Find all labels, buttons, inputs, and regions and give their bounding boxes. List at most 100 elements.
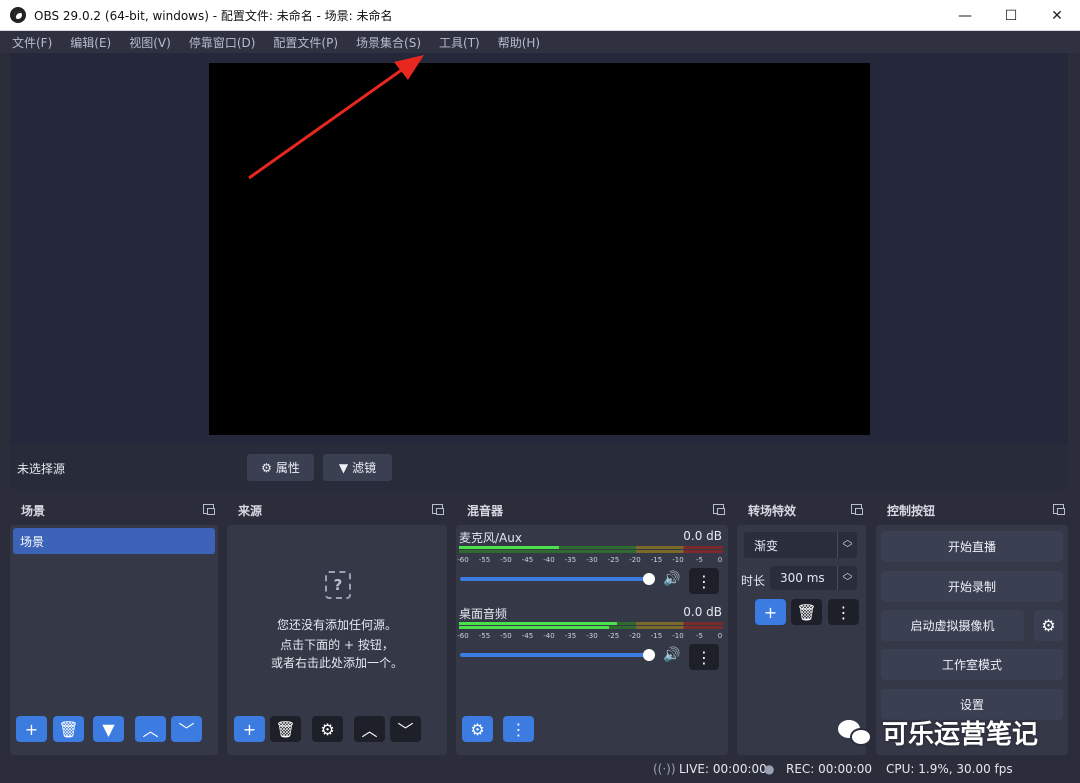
menu-edit[interactable]: 编辑(E) [68, 34, 113, 51]
undock-icon[interactable] [851, 504, 863, 515]
updown-arrows-icon: ︿ ﹀ [837, 566, 857, 590]
remove-source-button[interactable]: 🗑 [270, 716, 301, 742]
status-bar: ((·)) LIVE: 00:00:00 ● REC: 00:00:00 CPU… [0, 755, 1080, 783]
move-source-up-button[interactable]: ︿ [354, 716, 385, 742]
properties-button[interactable]: ⚙ 属性 [247, 454, 314, 481]
scale-tick: -30 [586, 632, 598, 640]
duration-spinbox[interactable]: 300 ms ︿ ﹀ [770, 566, 857, 590]
scale-tick: -45 [521, 556, 534, 564]
mic-volume-slider[interactable] [460, 577, 650, 581]
scenes-dock: 场景 场景 + 🗑 ▼ ︿ ﹀ [10, 497, 218, 755]
kebab-menu-icon: ⋮ [696, 571, 712, 591]
source-toolbar: 未选择源 ⚙ 属性 ▼ 滤镜 [10, 445, 1068, 490]
properties-label: 属性 [275, 461, 300, 475]
scale-tick: 0 [717, 632, 723, 640]
mixer-menu-button[interactable]: ⋮ [503, 716, 534, 742]
studio-mode-button[interactable]: 工作室模式 [881, 649, 1063, 680]
gear-icon: ⚙ [261, 460, 272, 475]
plus-icon: + [763, 602, 778, 622]
mixer-panel: 麦克风/Aux 0.0 dB -60 -55 -50 -45 -40 -35 -… [456, 525, 728, 755]
scale-tick: -55 [478, 632, 491, 640]
add-transition-button[interactable]: + [755, 599, 786, 625]
scale-tick: -10 [672, 632, 684, 640]
scale-tick: -25 [607, 632, 620, 640]
obs-logo-icon [10, 7, 26, 23]
empty-sources-line2: 点击下面的 + 按钮， [280, 638, 394, 652]
menu-file[interactable]: 文件(F) [10, 34, 54, 51]
menu-scene-collection[interactable]: 场景集合(S) [354, 34, 423, 51]
scenes-list: 场景 + 🗑 ▼ ︿ ﹀ [10, 525, 218, 755]
undock-icon[interactable] [1053, 504, 1065, 515]
scale-tick: -40 [543, 556, 555, 564]
wechat-icon [836, 716, 874, 748]
menu-help[interactable]: 帮助(H) [496, 34, 542, 51]
preview-canvas[interactable] [209, 63, 870, 435]
desktop-meter-scale: -60 -55 -50 -45 -40 -35 -30 -25 -20 -15 … [457, 632, 723, 642]
desktop-volume-knob[interactable] [643, 649, 655, 661]
sources-list[interactable]: ? 您还没有添加任何源。 点击下面的 + 按钮， 或者右击此处添加一个。 + 🗑… [227, 525, 447, 755]
empty-sources-line1: 您还没有添加任何源。 [276, 618, 397, 632]
move-source-down-button[interactable]: ﹀ [390, 716, 421, 742]
mixer-advanced-button[interactable]: ⚙ [462, 716, 493, 742]
trash-icon: 🗑 [275, 719, 296, 739]
speaker-icon[interactable]: 🔊 [663, 571, 681, 587]
menu-tools[interactable]: 工具(T) [437, 34, 482, 51]
scale-tick: -5 [696, 556, 703, 564]
kebab-menu-icon: ⋮ [835, 602, 852, 622]
maximize-button[interactable]: ☐ [988, 0, 1034, 31]
move-scene-down-button[interactable]: ﹀ [171, 716, 202, 742]
scene-item[interactable]: 场景 [13, 528, 215, 554]
undock-icon[interactable] [203, 504, 215, 515]
virtual-cam-settings-button[interactable]: ⚙ [1034, 610, 1063, 641]
chevron-down-icon: ﹀ [178, 721, 195, 740]
scale-tick: -45 [521, 632, 534, 640]
mic-menu-button[interactable]: ⋮ [689, 568, 719, 594]
transition-menu-button[interactable]: ⋮ [828, 599, 859, 625]
plus-icon: + [24, 719, 39, 739]
start-streaming-button[interactable]: 开始直播 [881, 531, 1063, 562]
chevron-down-icon: ﹀ [397, 721, 414, 740]
minimize-button[interactable]: — [942, 0, 988, 31]
add-source-button[interactable]: + [234, 716, 265, 742]
speaker-icon[interactable]: 🔊 [663, 647, 681, 663]
start-recording-button[interactable]: 开始录制 [881, 571, 1063, 602]
scale-tick: -35 [564, 556, 577, 564]
undock-icon[interactable] [713, 504, 725, 515]
scale-tick: -35 [564, 632, 577, 640]
source-properties-button[interactable]: ⚙ [312, 716, 343, 742]
transitions-title: 转场特效 [748, 503, 797, 518]
trash-icon: 🗑 [796, 602, 817, 622]
menu-docks[interactable]: 停靠窗口(D) [187, 34, 258, 51]
sources-dock: 来源 ? 您还没有添加任何源。 点击下面的 + 按钮， 或者右击此处添加一个。 … [227, 497, 447, 755]
remove-transition-button[interactable]: 🗑 [791, 599, 822, 625]
remove-scene-button[interactable]: 🗑 [53, 716, 84, 742]
start-virtual-cam-button[interactable]: 启动虚拟摄像机 [881, 610, 1024, 641]
cpu-fps: CPU: 1.9%, 30.00 fps [886, 762, 1013, 776]
kebab-menu-icon: ⋮ [510, 719, 527, 739]
desktop-menu-button[interactable]: ⋮ [689, 644, 719, 670]
undock-icon[interactable] [432, 504, 444, 515]
desktop-volume-slider[interactable] [460, 653, 650, 657]
gear-icon: ⚙ [1041, 616, 1056, 635]
mic-volume-knob[interactable] [643, 573, 655, 585]
chevron-up-icon: ︿ [361, 721, 378, 740]
plus-icon: + [242, 719, 257, 739]
scene-filter-button[interactable]: ▼ [93, 716, 124, 742]
transition-type-select[interactable]: 渐变 ︿ ﹀ [744, 532, 857, 558]
updown-arrows-icon: ︿ ﹀ [837, 532, 857, 558]
add-scene-button[interactable]: + [16, 716, 47, 742]
scale-tick: -50 [500, 632, 512, 640]
controls-title: 控制按钮 [887, 503, 936, 518]
menu-profile[interactable]: 配置文件(P) [271, 34, 340, 51]
preview-area [10, 53, 1068, 445]
menu-view[interactable]: 视图(V) [127, 34, 173, 51]
close-button[interactable]: ✕ [1034, 0, 1080, 31]
mic-meter-scale: -60 -55 -50 -45 -40 -35 -30 -25 -20 -15 … [457, 556, 723, 566]
filters-button[interactable]: ▼ 滤镜 [323, 454, 392, 481]
filter-icon: ▼ [338, 460, 349, 475]
move-scene-up-button[interactable]: ︿ [135, 716, 166, 742]
rec-timer: REC: 00:00:00 [786, 762, 873, 776]
scale-tick: -30 [586, 556, 598, 564]
scale-tick: -15 [650, 556, 663, 564]
scale-tick: -20 [629, 556, 641, 564]
